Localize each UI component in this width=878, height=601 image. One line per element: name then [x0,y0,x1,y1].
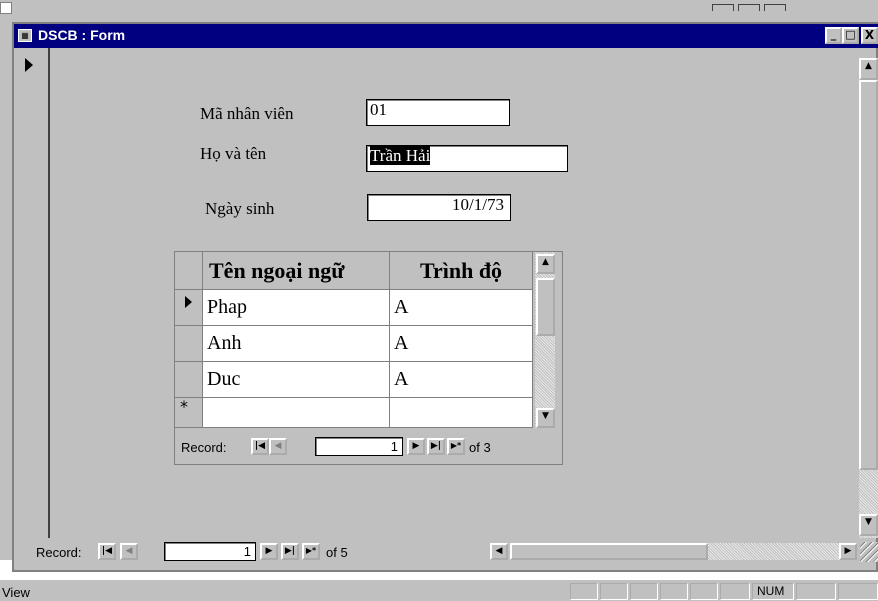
current-record-arrow-icon [25,58,33,72]
form-scroll-thumb[interactable] [859,80,878,470]
form-hscroll-track[interactable] [708,543,839,560]
subform-record-number-input[interactable]: 1 [315,437,403,456]
table-cell-language[interactable]: Anh [203,326,390,362]
record-selector-bar[interactable] [16,48,50,538]
maximize-button[interactable]: □ [842,27,859,44]
window-title: DSCB : Form [38,27,126,43]
subform-prev-record-button[interactable]: ◀ [269,438,287,455]
background-window-icon [0,2,12,14]
subform-scroll-thumb[interactable] [536,278,555,336]
form-scroll-right-button[interactable]: ▶ [839,543,857,560]
main-record-label: Record: [36,545,82,560]
table-cell-new[interactable] [203,398,390,428]
subform-last-record-button[interactable]: ▶| [427,438,445,455]
form-titlebar[interactable]: ▦ DSCB : Form _ □ X [14,24,878,48]
subform-scroll-up-button[interactable]: ▲ [536,254,555,274]
status-panel [796,583,836,600]
resize-grip-icon[interactable] [860,542,878,562]
column-header-level[interactable]: Trình độ [390,252,533,290]
main-prev-record-button[interactable]: ◀ [120,543,138,560]
full-name-selected-text: Trần Hải [370,146,431,165]
row-selector[interactable] [175,326,203,362]
row-selector[interactable] [175,362,203,398]
form-scroll-up-button[interactable]: ▲ [859,58,878,80]
full-name-field[interactable]: Trần Hải [366,145,568,172]
birth-date-label: Ngày sinh [205,199,275,218]
status-panel [720,583,750,600]
table-cell-new[interactable] [390,398,533,428]
form-scroll-left-button[interactable]: ◀ [490,543,508,560]
main-last-record-button[interactable]: ▶| [281,543,299,560]
table-cell-level[interactable]: A [390,326,533,362]
status-panel [690,583,718,600]
background-window-button[interactable] [764,4,786,11]
subform-next-record-button[interactable]: ▶ [407,438,425,455]
current-row-arrow-icon [185,296,192,308]
birth-date-field[interactable]: 10/1/73 [367,194,511,221]
subform-new-record-button[interactable]: ▶* [447,438,465,455]
subform-first-record-button[interactable]: |◀ [251,438,269,455]
close-button[interactable]: X [861,27,878,44]
form-hscroll-thumb[interactable] [510,543,708,560]
background-window-edge [0,0,12,560]
subform-record-label: Record: [181,440,227,455]
status-panel [570,583,598,600]
main-record-number-input[interactable]: 1 [164,542,256,561]
form-scroll-down-button[interactable]: ▼ [859,514,878,536]
new-record-marker[interactable]: * [175,398,203,428]
row-selector[interactable] [175,290,203,326]
minimize-button[interactable]: _ [825,27,842,44]
employee-id-field[interactable]: 01 [366,99,510,126]
table-cell-language[interactable]: Duc [203,362,390,398]
status-text: View [2,585,30,600]
status-panel [660,583,688,600]
full-name-label: Họ và tên [200,144,267,163]
subform-scroll-down-button[interactable]: ▼ [536,408,555,428]
table-cell-language[interactable]: Phap [203,290,390,326]
background-window-button[interactable] [738,4,760,11]
main-new-record-button[interactable]: ▶* [302,543,320,560]
employee-id-label: Mã nhân viên [200,104,294,123]
form-horizontal-scrollbar[interactable]: ◀ ▶ [490,542,859,562]
main-next-record-button[interactable]: ▶ [260,543,278,560]
background-window-button[interactable] [712,4,734,11]
num-lock-indicator: NUM [752,583,794,600]
table-cell-level[interactable]: A [390,290,533,326]
main-first-record-button[interactable]: |◀ [98,543,116,560]
form-icon[interactable]: ▦ [18,29,32,42]
subform-record-count: of 3 [469,440,491,455]
status-panel [600,583,628,600]
column-header-language[interactable]: Tên ngoại ngữ [203,252,390,290]
language-subform: Tên ngoại ngữ Trình độ Phap A Anh A Duc … [174,251,563,465]
status-panel [838,583,878,600]
main-record-count: of 5 [326,545,348,560]
table-cell-level[interactable]: A [390,362,533,398]
select-all-corner[interactable] [175,252,203,290]
status-panel [630,583,658,600]
